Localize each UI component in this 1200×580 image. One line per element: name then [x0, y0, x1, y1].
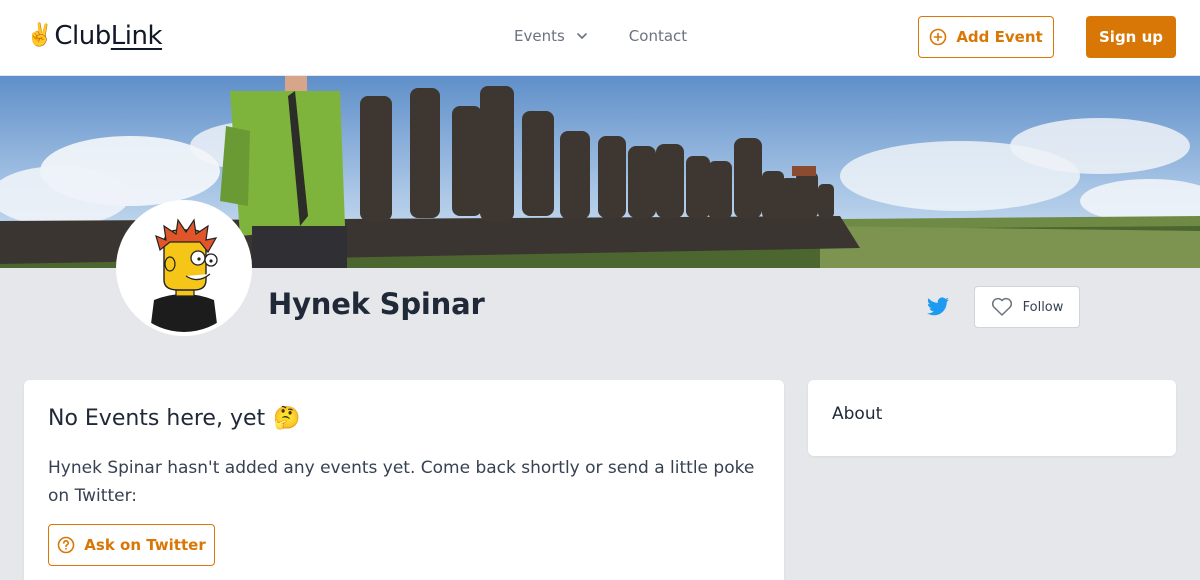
add-event-label: Add Event: [956, 28, 1043, 46]
heart-icon: [991, 297, 1012, 316]
thinking-face-icon: 🤔: [273, 406, 301, 431]
ask-on-twitter-label: Ask on Twitter: [84, 536, 206, 554]
nav-events-label: Events: [514, 27, 565, 45]
profile-name: Hynek Spinar: [268, 287, 485, 321]
follow-button[interactable]: Follow: [974, 286, 1080, 328]
profile-avatar: [116, 200, 252, 336]
events-card-message: Hynek Spinar hasn't added any events yet…: [48, 458, 755, 506]
about-card: About: [808, 380, 1176, 456]
cartoon-avatar-image: [120, 204, 248, 332]
logo-text-link: Link: [110, 21, 163, 51]
twitter-icon[interactable]: [926, 295, 950, 319]
signup-button[interactable]: Sign up: [1086, 16, 1176, 58]
nav-contact-link[interactable]: Contact: [629, 27, 687, 45]
events-card: No Events here, yet 🤔 Hynek Spinar hasn'…: [24, 380, 784, 580]
victory-hand-icon: ✌️: [26, 23, 54, 48]
events-card-title: No Events here, yet 🤔: [48, 406, 301, 431]
clublink-logo[interactable]: ✌️ Club Link: [26, 21, 163, 51]
site-header: ✌️ Club Link Events Contact Add Event Sig…: [0, 0, 1200, 76]
nav-events-dropdown[interactable]: Events: [514, 27, 589, 45]
events-card-title-text: No Events here, yet: [48, 406, 266, 431]
about-card-title: About: [832, 404, 883, 424]
chevron-down-icon: [576, 33, 587, 39]
plus-circle-icon: [930, 28, 947, 46]
add-event-button[interactable]: Add Event: [918, 16, 1054, 58]
logo-text-club: Club: [54, 21, 111, 51]
main-nav: Events Contact: [514, 27, 687, 45]
ask-on-twitter-button[interactable]: Ask on Twitter: [48, 524, 215, 566]
question-circle-icon: [57, 536, 75, 554]
follow-label: Follow: [1022, 299, 1064, 315]
